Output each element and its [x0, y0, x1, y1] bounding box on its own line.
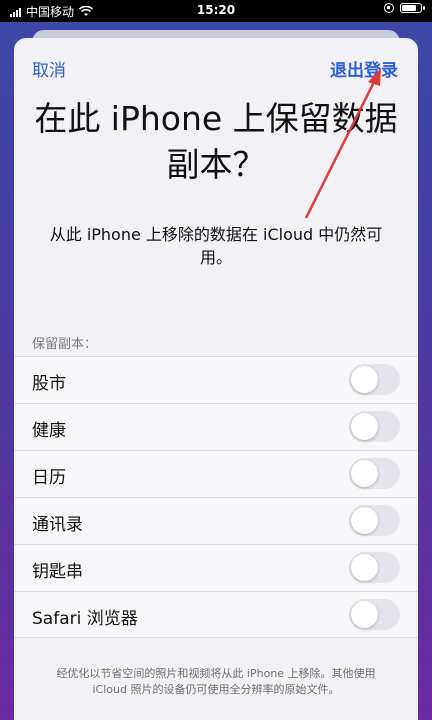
toggle-knob — [351, 507, 378, 534]
toggle-knob — [351, 601, 378, 628]
toggle-switch[interactable] — [349, 505, 400, 536]
list-item-label: 股市 — [32, 374, 66, 394]
toggle-switch[interactable] — [349, 458, 400, 489]
status-time: 15:20 — [196, 3, 236, 17]
keep-copy-list: 股市健康日历通讯录钥匙串 Safari 浏览器 — [14, 356, 418, 638]
battery-fill — [402, 5, 416, 11]
list-item: 钥匙串 — [14, 544, 418, 591]
list-item-label: Safari 浏览器 — [32, 609, 138, 629]
list-item: 通讯录 — [14, 497, 418, 544]
list-item-label: 日历 — [32, 468, 66, 488]
list-item-label: 健康 — [32, 421, 66, 441]
rotation-lock-icon — [384, 3, 394, 13]
page-title: 在此 iPhone 上保留数据副本？ — [34, 99, 398, 184]
toggle-knob — [351, 460, 378, 487]
list-item-label: 通讯录 — [32, 515, 83, 535]
toggle-switch[interactable] — [349, 599, 400, 630]
status-right — [384, 3, 425, 13]
list-item: Safari 浏览器 — [14, 591, 418, 638]
toggle-switch[interactable] — [349, 552, 400, 583]
cancel-button[interactable]: 取消 — [32, 56, 66, 81]
status-bar: 中国移动 15:20 — [0, 0, 432, 22]
toggle-knob — [351, 366, 378, 393]
battery-icon — [400, 3, 425, 13]
list-item: 股市 — [14, 356, 418, 403]
toggle-switch[interactable] — [349, 364, 400, 395]
toggle-switch[interactable] — [349, 411, 400, 442]
page-subtitle: 从此 iPhone 上移除的数据在 iCloud 中仍然可用。 — [49, 225, 383, 267]
toggle-knob — [351, 554, 378, 581]
footer-note: 经优化以节省空间的照片和视频将从此 iPhone 上移除。其他使用 iCloud… — [56, 667, 376, 696]
section-header: 保留副本： — [32, 337, 98, 352]
list-item-label: 钥匙串 — [32, 562, 83, 582]
keep-copy-sheet: 取消 退出登录 在此 iPhone 上保留数据副本？ 从此 iPhone 上移除… — [14, 38, 418, 720]
sign-out-button[interactable]: 退出登录 — [330, 56, 398, 81]
toggle-knob — [351, 413, 378, 440]
list-item: 健康 — [14, 403, 418, 450]
list-item: 日历 — [14, 450, 418, 497]
